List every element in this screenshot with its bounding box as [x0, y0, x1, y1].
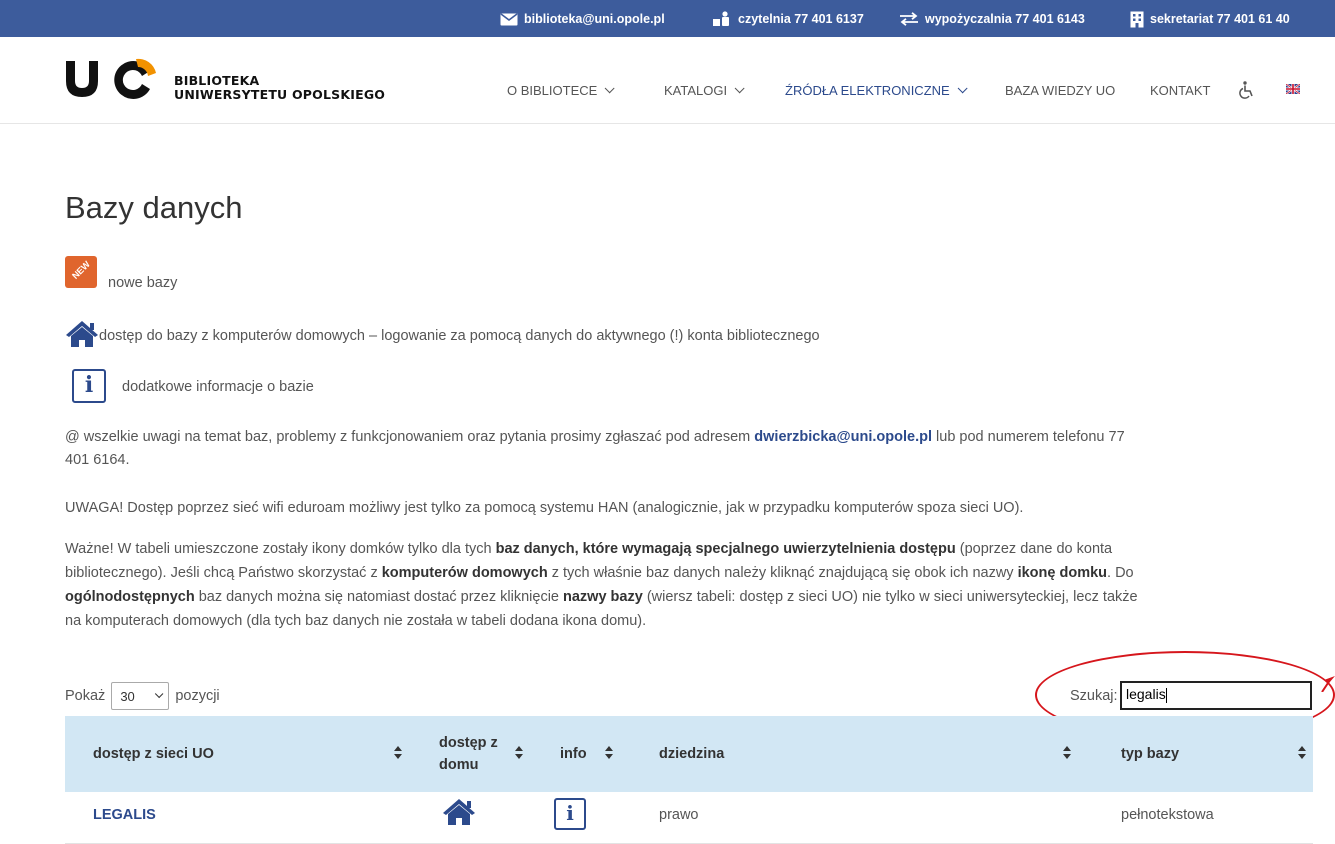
sort-icon[interactable] — [515, 746, 523, 760]
home-icon — [66, 321, 98, 347]
logo-line1: BIBLIOTEKA — [174, 73, 260, 88]
legend-home-text: dostęp do bazy z komputerów domowych – l… — [99, 328, 820, 344]
chevron-down-icon — [155, 689, 164, 699]
new-badge-icon: NEW — [65, 256, 97, 288]
col-header-domain[interactable]: dziedzina — [659, 716, 724, 792]
info-icon[interactable]: i — [554, 798, 586, 830]
logo-line2: UNIWERSYTETU OPOLSKIEGO — [174, 87, 386, 102]
important-paragraph: Ważne! W tabeli umieszczone zostały ikon… — [65, 537, 1325, 633]
nav-o-bibliotece[interactable]: O BIBLIOTECE — [507, 83, 615, 98]
legend-new-text: nowe bazy — [108, 275, 178, 291]
contact-phone-cont: 401 6164. — [65, 452, 130, 468]
contact-text-2: lub pod numerem telefonu 77 — [932, 429, 1125, 445]
databases-table: dostęp z sieci UO dostęp z domu info dzi… — [65, 716, 1313, 844]
lending-contact[interactable]: wypożyczalnia 77 401 6143 — [899, 10, 1085, 28]
annotation-arrow — [1321, 676, 1335, 692]
site-header: BIBLIOTEKA UNIWERSYTETU OPOLSKIEGO O BIB… — [0, 37, 1335, 124]
nav-label: KONTAKT — [1150, 83, 1211, 98]
building-icon — [1130, 11, 1144, 27]
col-header-network[interactable]: dostęp z sieci UO — [93, 716, 214, 792]
col-header-type[interactable]: typ bazy — [1121, 716, 1179, 792]
new-badge-text: NEW — [70, 259, 92, 281]
sort-icon[interactable] — [1063, 746, 1071, 760]
show-label: Pokaż — [65, 688, 106, 704]
logo-text: BIBLIOTEKA UNIWERSYTETU OPOLSKIEGO — [174, 74, 385, 102]
uo-logo-mark — [66, 58, 156, 99]
nav-katalogi[interactable]: KATALOGI — [664, 83, 745, 98]
eduroam-warning: UWAGA! Dostęp poprzez sieć wifi eduroam … — [65, 500, 1024, 516]
contact-email-link[interactable]: dwierzbicka@uni.opole.pl — [754, 429, 932, 445]
home-access-icon[interactable] — [442, 798, 476, 826]
bold-text: ogólnodostępnych — [65, 589, 195, 605]
text: baz danych można się natomiast dostać pr… — [194, 589, 564, 605]
nav-zrodla-elektroniczne[interactable]: ŹRÓDŁA ELEKTRONICZNE — [785, 83, 968, 98]
chevron-down-icon — [734, 83, 745, 94]
header-label: info — [560, 746, 587, 762]
library-logo[interactable]: BIBLIOTEKA UNIWERSYTETU OPOLSKIEGO — [64, 51, 404, 111]
nav-label: BAZA WIEDZY UO — [1005, 83, 1116, 98]
header-label: dostęp z domu — [439, 735, 498, 773]
wheelchair-icon — [1239, 81, 1253, 99]
page-title: Bazy danych — [65, 190, 243, 225]
page-size-control: Pokaż 30 pozycji — [65, 682, 220, 710]
col-header-info[interactable]: info — [560, 716, 587, 792]
email-contact[interactable]: biblioteka@uni.opole.pl — [500, 10, 665, 28]
col-header-home[interactable]: dostęp z domu — [439, 716, 499, 792]
contact-paragraph: @ wszelkie uwagi na temat baz, problemy … — [65, 426, 1315, 472]
bold-text: nazwy bazy — [563, 589, 643, 605]
header-label: typ bazy — [1121, 746, 1180, 762]
bold-text: komputerów domowych — [381, 565, 548, 581]
contact-text: @ wszelkie uwagi na temat baz, problemy … — [65, 429, 755, 445]
nav-label: KATALOGI — [664, 83, 728, 98]
domain-cell: prawo — [659, 807, 699, 823]
text: z tych właśnie baz danych należy kliknąć… — [547, 565, 1018, 581]
header-label: dostęp z sieci UO — [93, 746, 214, 762]
uk-flag-icon — [1286, 84, 1300, 94]
secretariat-contact[interactable]: sekretariat 77 401 61 40 — [1130, 10, 1290, 28]
text: (wiersz tabeli: dostęp z sieci UO) nie t… — [642, 589, 1138, 605]
table-row: LEGALIS i prawo pełnotekstowa — [65, 792, 1313, 844]
entries-label: pozycji — [175, 688, 220, 704]
page-size-value: 30 — [120, 688, 135, 704]
sort-icon[interactable] — [394, 746, 402, 760]
text: na komputerach domowych (dla tych baz da… — [65, 613, 647, 629]
bold-text: ikonę domku — [1017, 565, 1108, 581]
page-size-select[interactable]: 30 — [111, 682, 170, 710]
legend-info-text: dodatkowe informacje o bazie — [122, 379, 314, 395]
chevron-down-icon — [957, 83, 968, 94]
exchange-arrows-icon — [900, 12, 918, 26]
sort-icon[interactable] — [1298, 746, 1306, 760]
reading-room-icon — [713, 11, 729, 26]
text: Ważne! W tabeli umieszczone zostały ikon… — [65, 541, 496, 557]
top-contact-bar: biblioteka@uni.opole.pl czytelnia 77 401… — [0, 0, 1335, 37]
email-text: biblioteka@uni.opole.pl — [524, 12, 665, 26]
type-cell: pełnotekstowa — [1121, 807, 1214, 823]
nav-baza-wiedzy[interactable]: BAZA WIEDZY UO — [1005, 83, 1115, 98]
chevron-down-icon — [604, 83, 615, 94]
secretariat-text: sekretariat 77 401 61 40 — [1150, 12, 1290, 26]
bold-text: baz danych, które wymagają specjalnego u… — [495, 541, 956, 557]
text: (poprzez dane do konta — [955, 541, 1113, 557]
reading-room-contact[interactable]: czytelnia 77 401 6137 — [712, 10, 864, 28]
lending-text: wypożyczalnia 77 401 6143 — [925, 12, 1085, 26]
header-label: dziedzina — [659, 746, 725, 762]
accessibility-button[interactable] — [1239, 81, 1255, 99]
nav-label: O BIBLIOTECE — [507, 83, 598, 98]
text: bibliotecznego). Jeśli chcą Państwo skor… — [65, 565, 382, 581]
info-icon: i — [72, 369, 106, 403]
reading-room-text: czytelnia 77 401 6137 — [738, 12, 864, 26]
text: . Do — [1107, 565, 1134, 581]
nav-kontakt[interactable]: KONTAKT — [1150, 83, 1210, 98]
envelope-icon — [500, 12, 518, 25]
table-header-row: dostęp z sieci UO dostęp z domu info dzi… — [65, 716, 1313, 792]
english-language-button[interactable] — [1286, 84, 1300, 94]
database-name-link[interactable]: LEGALIS — [93, 792, 156, 838]
sort-icon[interactable] — [605, 746, 613, 760]
nav-label: ŹRÓDŁA ELEKTRONICZNE — [785, 83, 950, 98]
